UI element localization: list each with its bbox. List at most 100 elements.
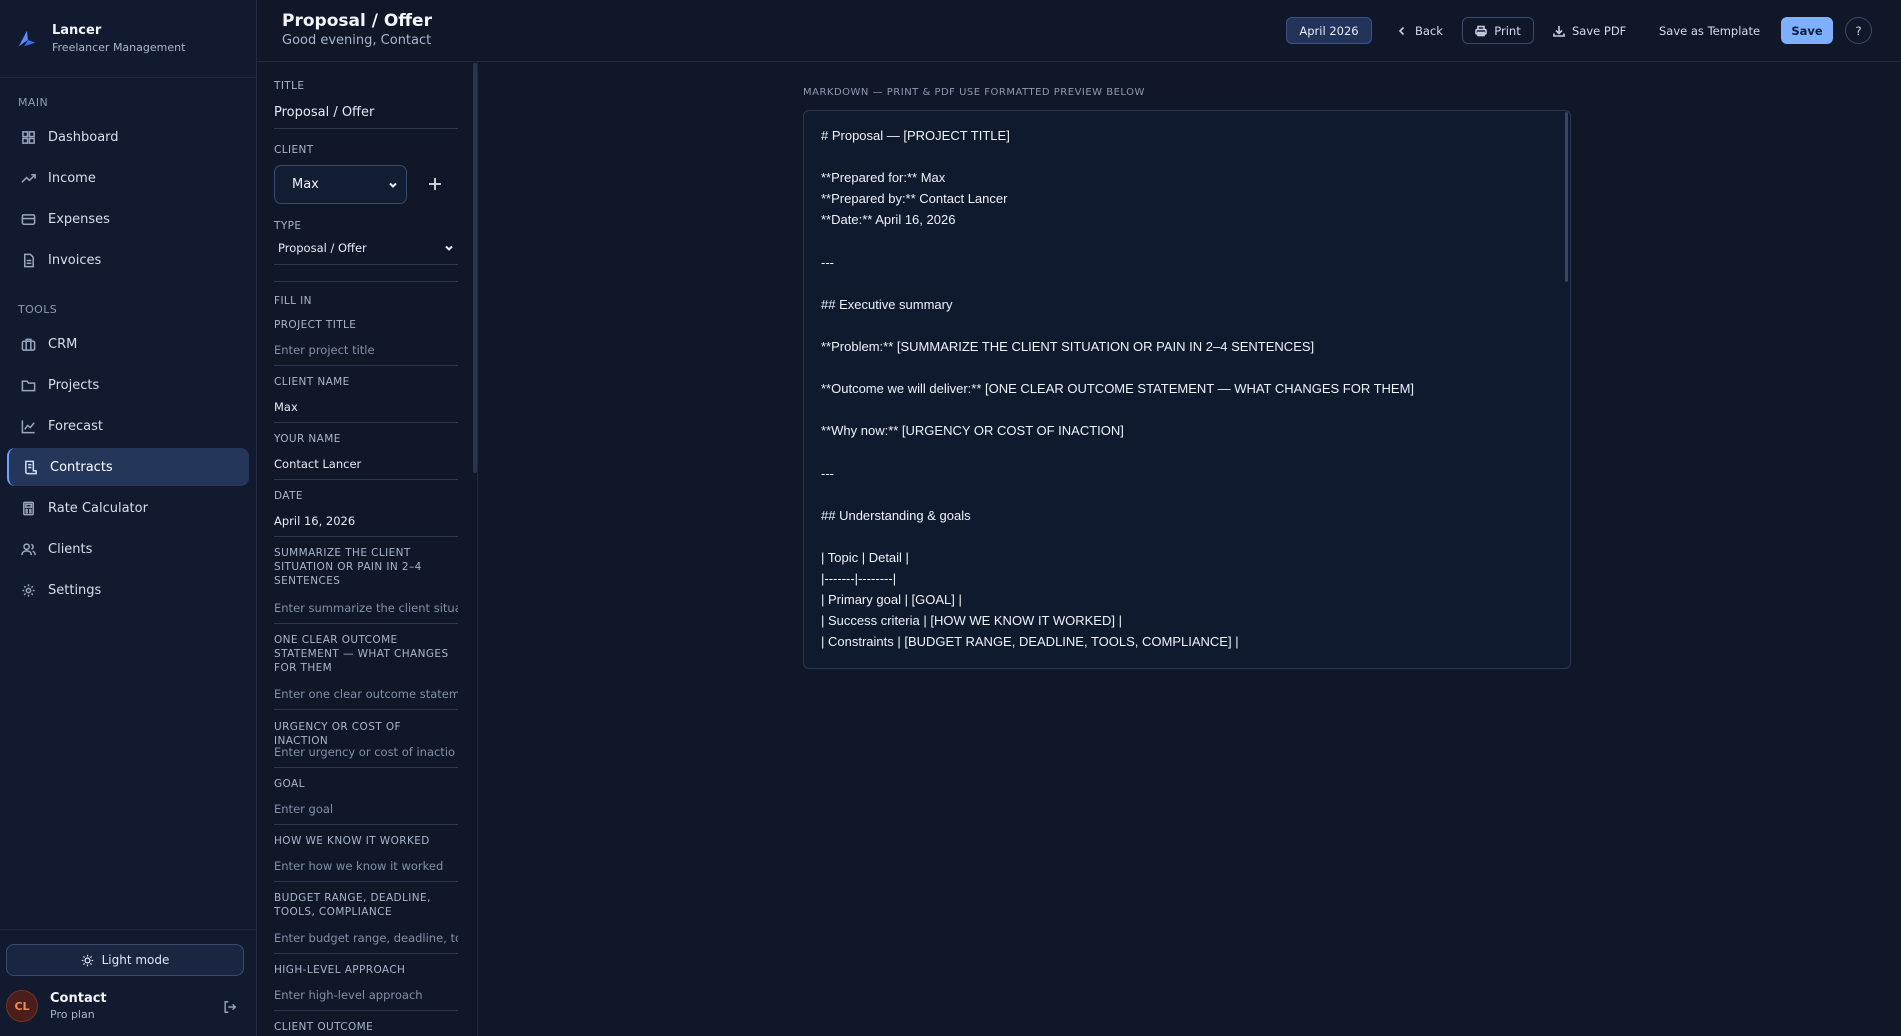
outcome-statement-input[interactable]: Enter one clear outcome statem — [274, 687, 458, 710]
field-label: PROJECT TITLE — [274, 319, 357, 331]
plus-icon[interactable] — [428, 177, 442, 191]
chevron-down-icon — [445, 245, 453, 251]
approach-input[interactable]: Enter high-level approach — [274, 988, 458, 1011]
client-select-value: Max — [292, 177, 319, 192]
lancer-logo-icon — [18, 30, 36, 46]
sidebar-item-rate-calculator[interactable]: Rate Calculator — [7, 489, 249, 527]
sidebar-item-dashboard[interactable]: Dashboard — [7, 118, 249, 156]
file-text-icon — [24, 253, 34, 267]
logout-icon[interactable] — [223, 1000, 237, 1014]
editor-line: --- — [821, 465, 834, 481]
help-button[interactable]: ? — [1845, 17, 1872, 44]
user-profile[interactable]: CL Contact Pro plan — [0, 986, 257, 1026]
sidebar-item-clients[interactable]: Clients — [7, 530, 249, 568]
field-label: CLIENT OUTCOME — [274, 1021, 374, 1033]
section-label-tools: TOOLS — [18, 303, 58, 316]
sidebar-item-label: Forecast — [48, 418, 104, 434]
folder-icon — [21, 380, 36, 391]
editor-line: **Prepared for:** Max — [821, 170, 946, 186]
date-input[interactable]: April 16, 2026 — [274, 514, 458, 537]
credit-card-icon — [21, 213, 36, 225]
users-icon — [21, 542, 36, 555]
goal-input[interactable]: Enter goal — [274, 802, 458, 825]
brand-name: Lancer — [52, 23, 102, 38]
field-label: HIGH-LEVEL APPROACH — [274, 964, 406, 976]
sidebar-item-expenses[interactable]: Expenses — [7, 200, 249, 238]
editor-line: | Constraints | [BUDGET RANGE, DEADLINE,… — [821, 634, 1239, 650]
type-label: TYPE — [274, 220, 302, 232]
chevron-left-icon — [1398, 26, 1405, 35]
back-button[interactable]: Back — [1396, 17, 1448, 44]
save-button[interactable]: Save — [1781, 17, 1833, 44]
editor-line: | Topic | Detail | — [821, 550, 909, 565]
download-icon — [1553, 25, 1565, 37]
printer-icon — [1475, 25, 1488, 36]
sidebar-footer: Light mode CL Contact Pro plan — [0, 929, 257, 1036]
urgency-input[interactable]: Enter urgency or cost of inactio — [274, 745, 458, 768]
sidebar-item-income[interactable]: Income — [7, 159, 249, 197]
field-label: ONE CLEAR OUTCOME STATEMENT — WHAT CHANG… — [274, 634, 449, 674]
editor-line: |-------|--------| — [821, 571, 897, 587]
user-name: Contact — [50, 991, 107, 1006]
brand-subtitle: Freelancer Management — [52, 41, 186, 54]
document-form-panel: TITLE Proposal / Offer CLIENT Max TYPE P… — [257, 62, 478, 1036]
save-pdf-label: Save PDF — [1572, 23, 1627, 38]
editor-line: ## Understanding & goals — [821, 507, 971, 523]
client-label: CLIENT — [274, 144, 314, 156]
sidebar-item-settings[interactable]: Settings — [7, 571, 249, 609]
sidebar-item-label: CRM — [48, 336, 78, 352]
success-criteria-input[interactable]: Enter how we know it worked — [274, 859, 458, 882]
month-label: April 2026 — [1299, 23, 1359, 38]
field-label: DATE — [274, 490, 303, 502]
sidebar-item-invoices[interactable]: Invoices — [7, 241, 249, 279]
field-label: BUDGET RANGE, DEADLINE, TOOLS, COMPLIANC… — [274, 892, 431, 918]
field-label: YOUR NAME — [274, 433, 341, 445]
sidebar-item-label: Income — [48, 170, 96, 186]
editor-line: | Success criteria | [HOW WE KNOW IT WOR… — [821, 613, 1122, 629]
trending-up-icon — [21, 173, 36, 183]
client-name-input[interactable]: Max — [274, 400, 458, 423]
save-label: Save — [1791, 23, 1823, 38]
sidebar-item-label: Contracts — [50, 459, 113, 475]
save-pdf-button[interactable]: Save PDF — [1553, 17, 1633, 44]
field-label: CLIENT NAME — [274, 376, 350, 388]
editor-line: ## Executive summary — [821, 296, 953, 312]
client-select[interactable]: Max — [274, 165, 407, 204]
title-input[interactable]: Proposal / Offer — [274, 105, 458, 129]
top-header: Proposal / Offer Good evening, Contact A… — [257, 0, 1901, 62]
light-mode-button[interactable]: Light mode — [6, 944, 244, 976]
save-template-label: Save as Template — [1659, 23, 1761, 38]
sidebar-item-contracts[interactable]: Contracts — [7, 448, 249, 486]
section-label-main: MAIN — [18, 96, 49, 109]
print-button[interactable]: Print — [1462, 17, 1534, 44]
line-chart-icon — [21, 419, 35, 433]
briefcase-icon — [21, 338, 36, 351]
editor-scrollbar[interactable] — [1565, 112, 1568, 282]
editor-line: **Date:** April 16, 2026 — [821, 212, 956, 228]
type-select[interactable]: Proposal / Offer — [274, 241, 458, 265]
sidebar-item-label: Settings — [48, 582, 102, 598]
sidebar-item-forecast[interactable]: Forecast — [7, 407, 249, 445]
editor-line: # Proposal — [PROJECT TITLE] — [821, 128, 1010, 143]
month-selector-button[interactable]: April 2026 — [1286, 17, 1372, 44]
markdown-editor[interactable]: # Proposal — [PROJECT TITLE] **Prepared f… — [803, 110, 1571, 669]
field-label: HOW WE KNOW IT WORKED — [274, 835, 430, 847]
save-as-template-button[interactable]: Save as Template — [1659, 17, 1763, 44]
editor-line: **Why now:** [URGENCY OR COST OF INACTIO… — [821, 423, 1124, 439]
calculator-icon — [23, 501, 34, 515]
brand[interactable]: Lancer Freelancer Management — [0, 0, 256, 78]
page-title: Proposal / Offer — [282, 11, 432, 31]
your-name-input[interactable]: Contact Lancer — [274, 457, 458, 480]
markdown-caption: MARKDOWN — PRINT & PDF USE FORMATTED PRE… — [803, 87, 1145, 98]
project-title-input[interactable]: Enter project title — [274, 343, 458, 366]
field-label: GOAL — [274, 778, 305, 790]
problem-summary-input[interactable]: Enter summarize the client situa — [274, 601, 458, 624]
sidebar-item-projects[interactable]: Projects — [7, 366, 249, 404]
form-scrollbar[interactable] — [473, 63, 477, 473]
back-label: Back — [1415, 23, 1443, 38]
gear-icon — [22, 583, 35, 597]
constraints-input[interactable]: Enter budget range, deadline, to — [274, 931, 458, 954]
sidebar-item-crm[interactable]: CRM — [7, 325, 249, 363]
user-plan: Pro plan — [50, 1008, 95, 1021]
field-label: SUMMARIZE THE CLIENT SITUATION OR PAIN I… — [274, 547, 422, 587]
